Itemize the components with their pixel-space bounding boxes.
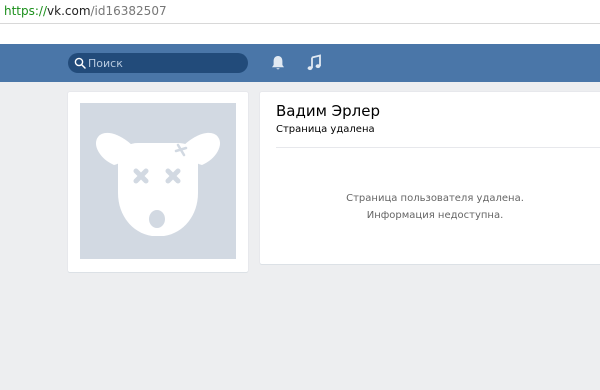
url-path: /id16382507 (90, 4, 167, 18)
profile-card: Вадим Эрлер Страница удалена Страница по… (260, 92, 600, 264)
browser-address-bar[interactable]: https://vk.com/id16382507 (0, 0, 600, 24)
search-icon (74, 57, 86, 69)
avatar[interactable] (80, 103, 236, 259)
url-host: vk.com (47, 4, 91, 18)
avatar-card (68, 92, 248, 272)
music-note-icon[interactable] (306, 54, 322, 72)
deleted-message-line-2: Информация недоступна. (366, 210, 504, 221)
search-box[interactable] (68, 53, 248, 73)
url-scheme: https:// (4, 4, 48, 18)
site-header (0, 44, 600, 82)
browser-toolbar-strip (0, 24, 600, 44)
profile-status: Страница удалена (276, 124, 375, 135)
deleted-user-dog-icon (95, 132, 221, 236)
url-text[interactable]: https://vk.com/id16382507 (4, 4, 167, 18)
deleted-page-message: Страница пользователя удалена. Информаци… (276, 190, 594, 224)
deleted-message-line-1: Страница пользователя удалена. (346, 193, 524, 204)
search-input[interactable] (88, 53, 243, 73)
profile-name: Вадим Эрлер (276, 102, 381, 120)
bell-icon[interactable] (270, 54, 286, 72)
divider (276, 147, 600, 148)
